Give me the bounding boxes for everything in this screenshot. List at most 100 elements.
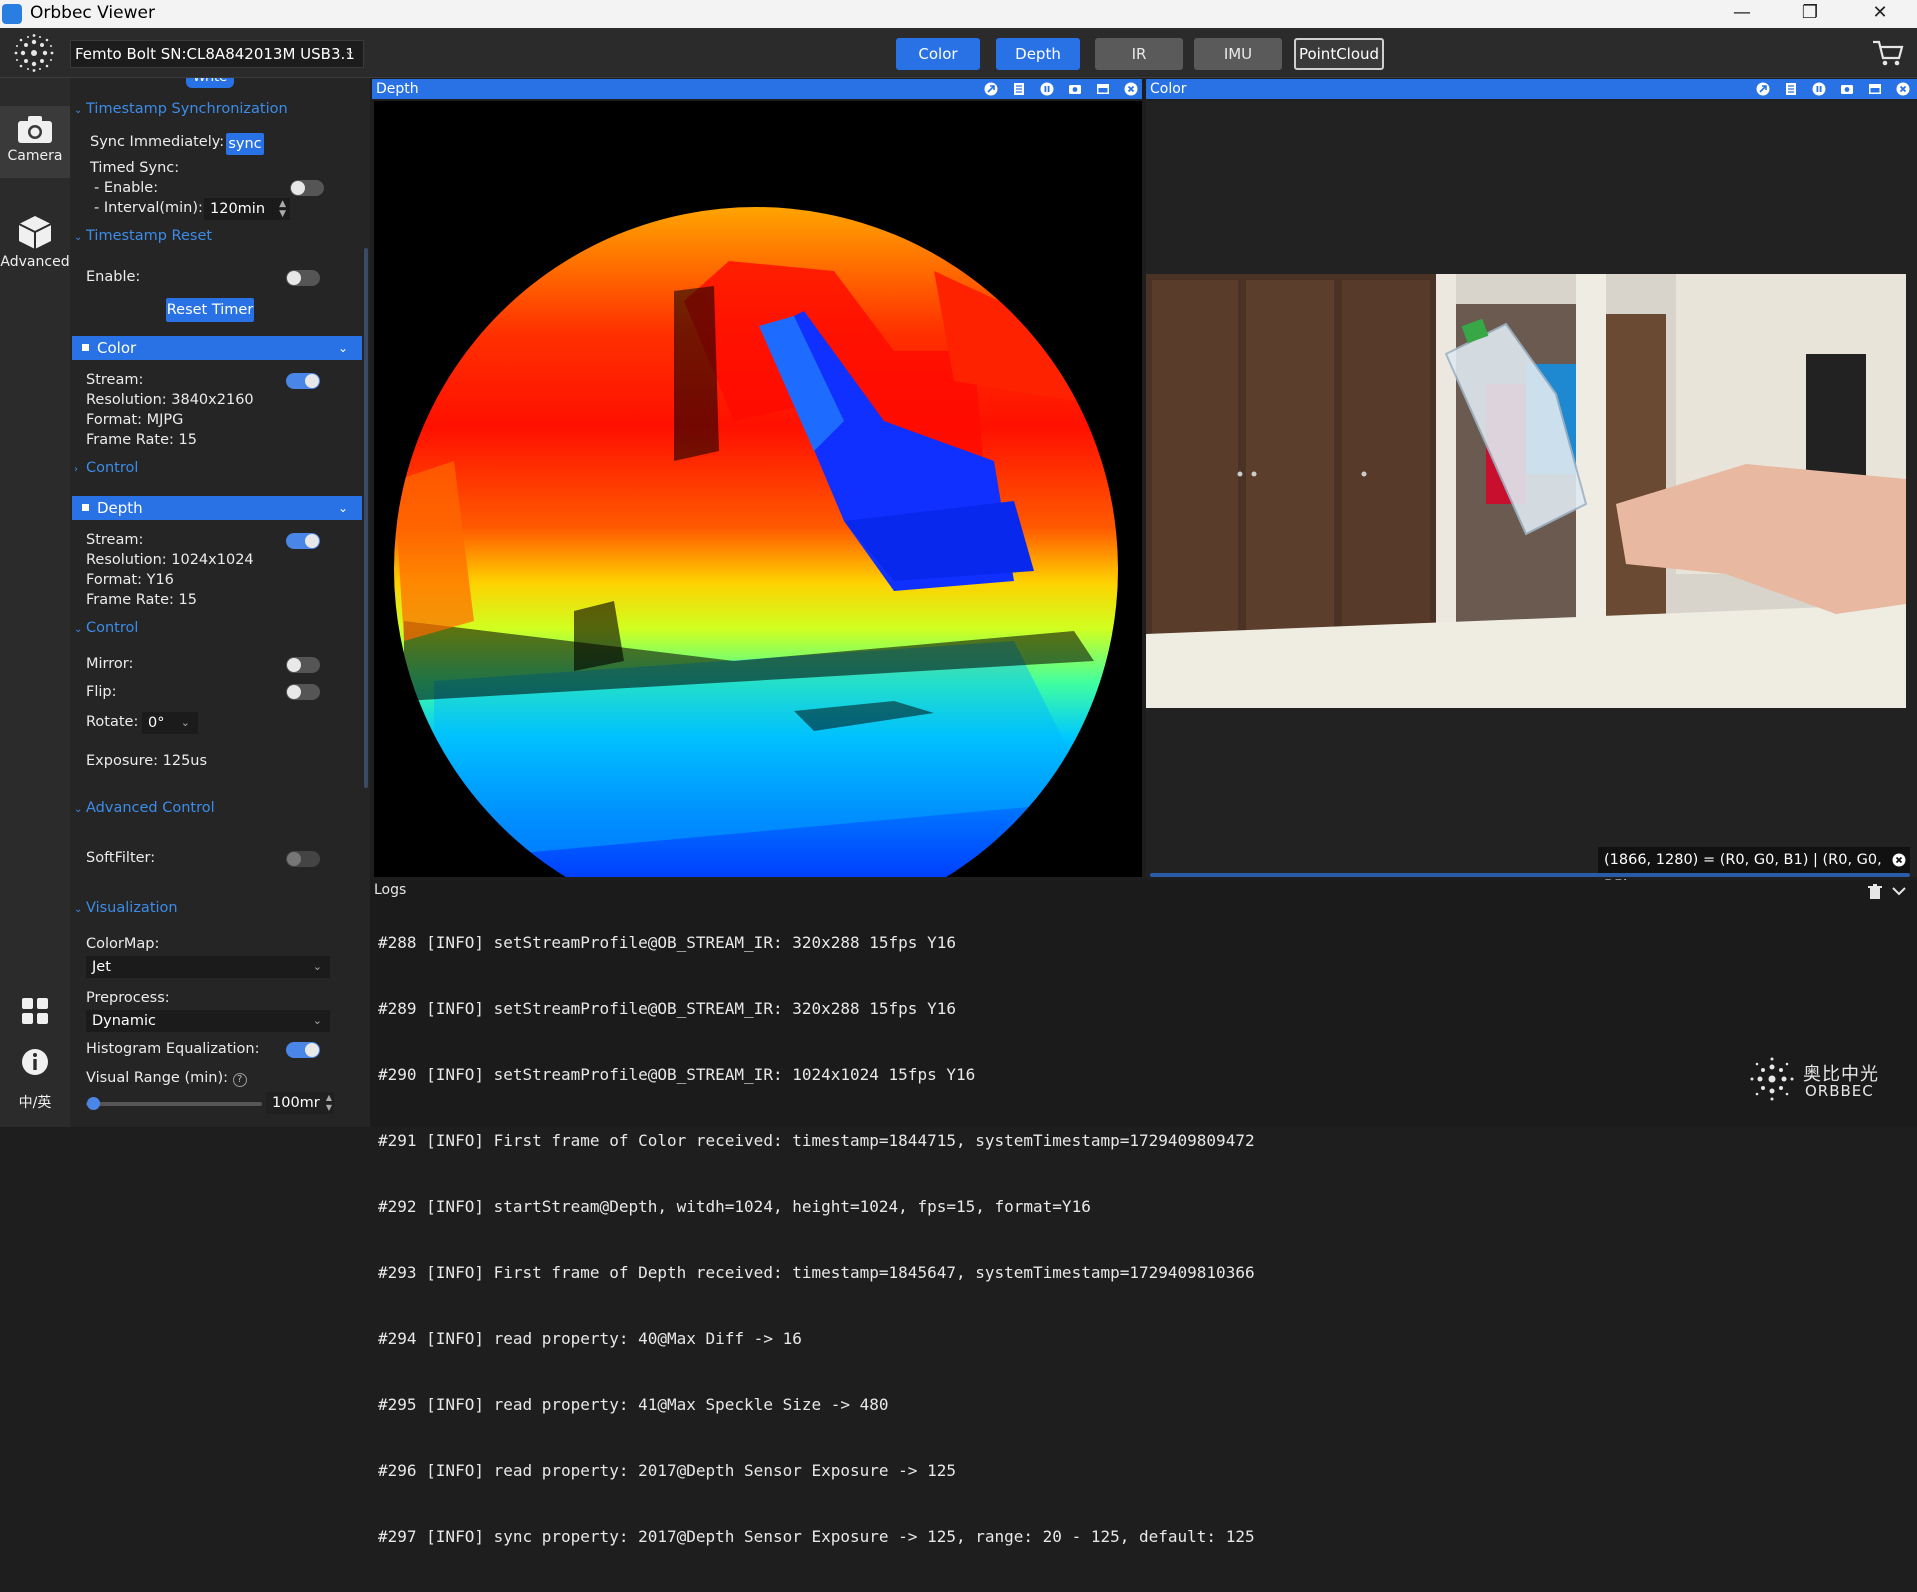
device-select[interactable]: Femto Bolt SN:CL8A842013M USB3.1 ⌄	[70, 40, 364, 68]
color-section-band[interactable]: Color ⌄	[72, 336, 362, 360]
info-icon[interactable]	[20, 1047, 50, 1077]
section-title: Visualization	[86, 900, 178, 916]
visual-range-slider[interactable]	[86, 1102, 262, 1106]
color-control-section[interactable]: › Control	[74, 460, 138, 476]
color-view[interactable]	[1146, 101, 1917, 877]
colormap-select[interactable]: Jet ⌄	[86, 956, 330, 978]
visualization-section[interactable]: ⌄ Visualization	[74, 900, 178, 916]
trash-icon[interactable]	[1868, 884, 1882, 900]
sync-button[interactable]: sync	[226, 133, 264, 155]
color-resolution: Resolution: 3840x2160	[86, 392, 254, 408]
histogram-toggle[interactable]	[286, 1042, 320, 1058]
orbbec-logo-icon	[14, 34, 54, 72]
ts-reset-toggle[interactable]	[286, 270, 320, 286]
rotate-select[interactable]: 0° ⌄	[142, 712, 198, 734]
reset-timer-button[interactable]: Reset Timer	[166, 298, 254, 322]
visual-range-text: Visual Range (min):	[86, 1070, 229, 1086]
flip-toggle[interactable]	[286, 684, 320, 700]
preprocess-value: Dynamic	[92, 1013, 156, 1029]
help-icon[interactable]: ?	[232, 1073, 247, 1087]
depth-stream-toggle[interactable]	[286, 533, 320, 549]
depth-section-band[interactable]: Depth ⌄	[72, 496, 362, 520]
chevron-down-icon: ⌄	[312, 1014, 322, 1027]
logs-title: Logs	[374, 882, 407, 898]
chevron-down-icon: ⌄	[180, 716, 190, 729]
tab-ir[interactable]: IR	[1095, 38, 1183, 70]
pause-icon[interactable]	[1040, 82, 1054, 96]
depth-image	[394, 207, 1118, 877]
softfilter-toggle[interactable]	[286, 851, 320, 867]
pixel-readout: (1866, 1280) = (R0, G0, B1) | (R0, G0, B…	[1598, 847, 1910, 894]
depth-format: Format: Y16	[86, 572, 174, 588]
info-panel-icon[interactable]	[1784, 82, 1798, 96]
title-bar: Orbbec Viewer — ❐ ✕	[0, 0, 1917, 28]
timed-sync-toggle[interactable]	[290, 180, 324, 196]
interval-value: 120min	[210, 201, 266, 217]
band-title: Depth	[97, 499, 143, 517]
rotate-value: 0°	[148, 715, 165, 731]
log-line: #289 [INFO] setStreamProfile@OB_STREAM_I…	[378, 999, 956, 1018]
info-panel-icon[interactable]	[1012, 82, 1026, 96]
window-title: Orbbec Viewer	[30, 3, 155, 23]
write-button[interactable]: Write	[186, 78, 234, 88]
panel-scrollbar[interactable]	[364, 248, 368, 788]
color-viewer-header: Color	[1146, 79, 1917, 99]
tab-depth[interactable]: Depth	[996, 38, 1080, 70]
rail-camera[interactable]: Camera	[0, 106, 70, 178]
section-timestamp-sync[interactable]: ⌄ Timestamp Synchronization	[74, 101, 288, 117]
chevron-down-icon: ⌄	[74, 232, 83, 243]
chevron-down-icon[interactable]	[1892, 886, 1906, 896]
close-readout-icon[interactable]	[1892, 853, 1906, 867]
close-viewer-icon[interactable]	[1124, 82, 1138, 96]
visual-range-value: 100mr	[272, 1095, 320, 1111]
chevron-down-icon: ⌄	[74, 624, 83, 635]
log-line: #292 [INFO] startStream@Depth, witdh=102…	[378, 1197, 1091, 1216]
colormap-value: Jet	[92, 959, 111, 975]
fullscreen-icon[interactable]	[984, 82, 998, 96]
stepper-arrows-icon: ▲ ▼	[325, 1093, 332, 1112]
tab-pointcloud[interactable]: PointCloud	[1294, 38, 1384, 70]
grid-icon[interactable]	[20, 996, 50, 1026]
depth-frame-rate: Frame Rate: 15	[86, 592, 197, 608]
visual-range-label: Visual Range (min): ?	[86, 1070, 247, 1087]
minimize-button[interactable]: —	[1708, 0, 1776, 28]
square-icon	[82, 504, 89, 511]
color-stream-toggle[interactable]	[286, 373, 320, 389]
depth-viewer-title: Depth	[376, 81, 419, 97]
maximize-button[interactable]: ❐	[1776, 0, 1844, 28]
cart-icon[interactable]	[1871, 38, 1905, 68]
close-button[interactable]: ✕	[1846, 0, 1914, 28]
language-toggle[interactable]: 中/英	[0, 1092, 70, 1112]
mirror-toggle[interactable]	[286, 657, 320, 673]
section-title: Timestamp Reset	[86, 228, 213, 244]
colormap-label: ColorMap:	[86, 936, 160, 952]
preprocess-select[interactable]: Dynamic ⌄	[86, 1010, 330, 1032]
advanced-control-section[interactable]: ⌄ Advanced Control	[74, 800, 215, 816]
snapshot-icon[interactable]	[1840, 82, 1854, 96]
orbbec-brand-logo: 奥比中光 ORBBEC	[1749, 1054, 1899, 1104]
snapshot-icon[interactable]	[1068, 82, 1082, 96]
depth-view[interactable]	[374, 101, 1142, 877]
close-viewer-icon[interactable]	[1896, 82, 1910, 96]
interval-stepper[interactable]: 120min ▲ ▼	[204, 198, 290, 220]
rail-advanced-label: Advanced	[0, 254, 70, 270]
log-lines: #288 [INFO] setStreamProfile@OB_STREAM_I…	[378, 898, 1255, 1592]
flip-label: Flip:	[86, 684, 117, 700]
depth-resolution: Resolution: 1024x1024	[86, 552, 254, 568]
section-timestamp-reset[interactable]: ⌄ Timestamp Reset	[74, 228, 212, 244]
timed-sync-enable-label: - Enable:	[94, 180, 159, 196]
color-view-scrollbar[interactable]	[1150, 873, 1910, 877]
depth-control-section[interactable]: ⌄ Control	[74, 620, 138, 636]
tab-imu[interactable]: IMU	[1194, 38, 1282, 70]
window-icon[interactable]	[1096, 82, 1110, 96]
visual-range-stepper[interactable]: 100mr ▲ ▼	[266, 1092, 334, 1114]
sync-immediately-label: Sync Immediately:	[90, 134, 225, 150]
logs-panel: Logs #288 [INFO] setStreamProfile@OB_STR…	[370, 880, 1917, 1546]
rail-advanced[interactable]: Advanced	[0, 208, 70, 280]
visual-range-slider-handle[interactable]	[87, 1097, 100, 1110]
pause-icon[interactable]	[1812, 82, 1826, 96]
fullscreen-icon[interactable]	[1756, 82, 1770, 96]
window-icon[interactable]	[1868, 82, 1882, 96]
log-line: #293 [INFO] First frame of Depth receive…	[378, 1263, 1255, 1282]
tab-color[interactable]: Color	[896, 38, 980, 70]
